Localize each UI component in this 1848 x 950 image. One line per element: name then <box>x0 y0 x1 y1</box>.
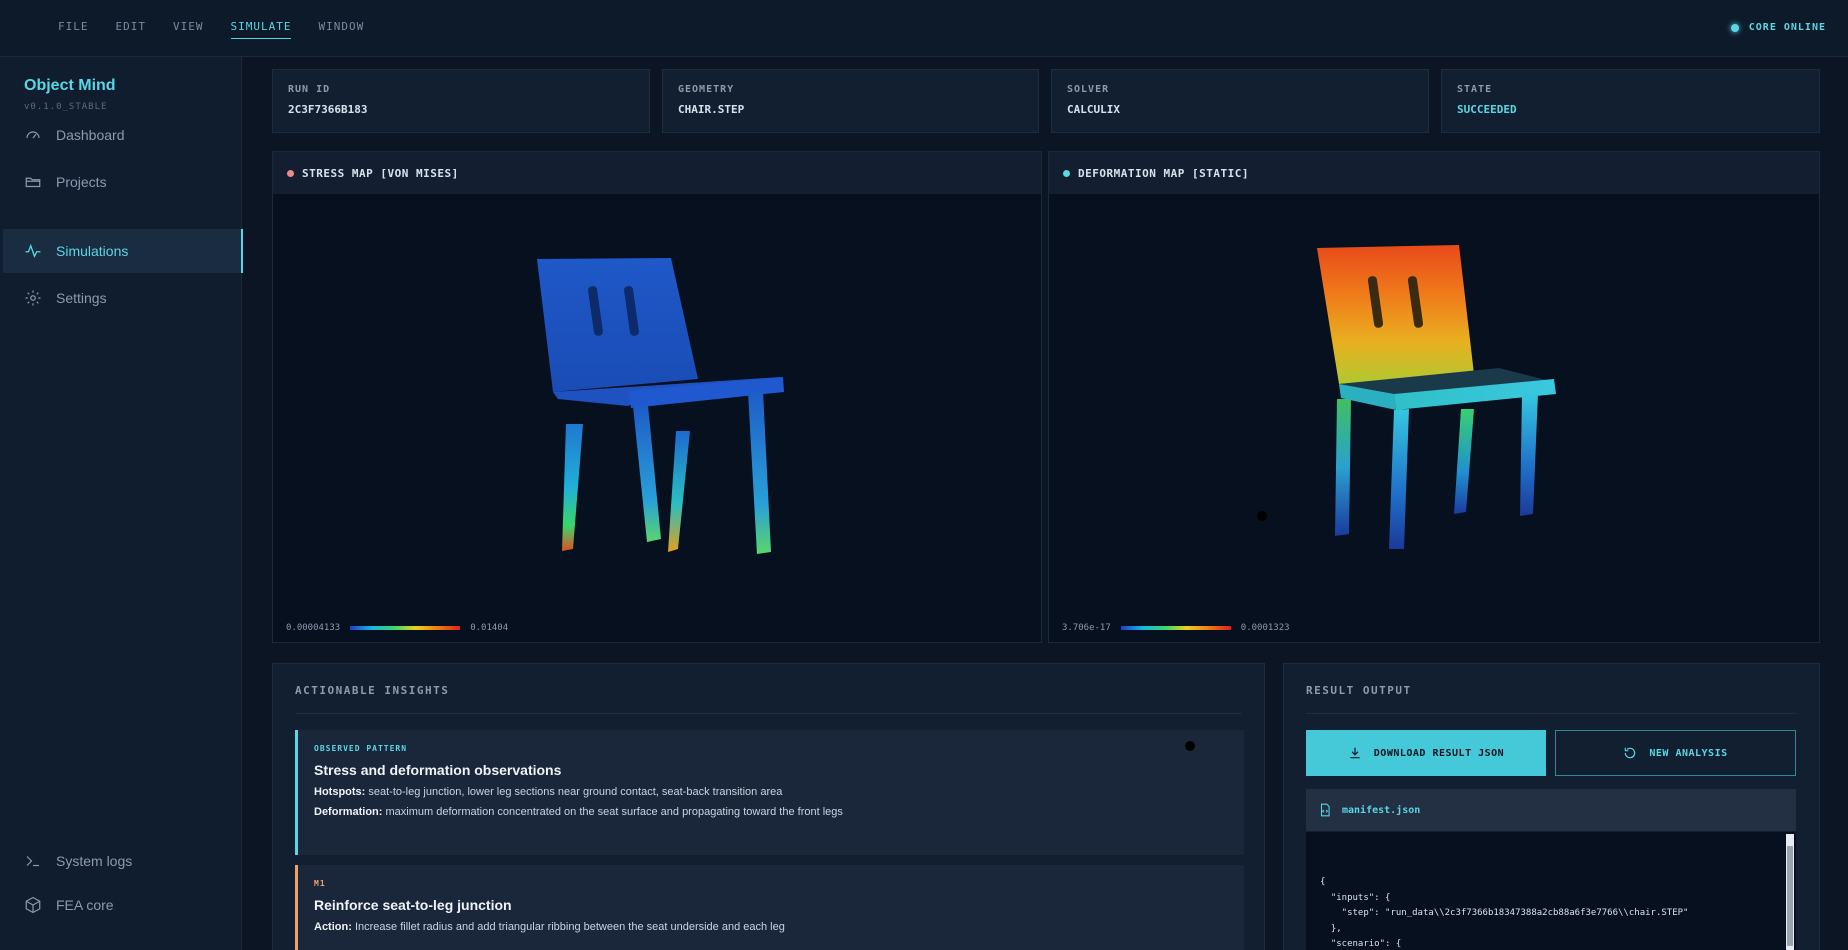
sidebar-item-dashboard[interactable]: Dashboard <box>3 113 243 157</box>
sidebar: Object Mind v0.1.0_STABLE Dashboard Proj… <box>0 57 243 950</box>
new-analysis-button[interactable]: NEW ANALYSIS <box>1555 730 1796 776</box>
colorbar <box>1120 626 1231 630</box>
file-header: manifest.json <box>1306 789 1796 831</box>
deformation-map-title: DEFORMATION MAP [STATIC] <box>1078 166 1249 180</box>
geometry-value: CHAIR.STEP <box>678 103 745 116</box>
menu-bar: FILE EDIT VIEW SIMULATE WINDOW <box>58 0 391 57</box>
sidebar-item-label: FEA core <box>56 897 114 913</box>
solver-value: CALCULIX <box>1067 103 1120 116</box>
action-text: Increase fillet radius and add triangula… <box>354 921 785 933</box>
stress-legend-min: 0.00004133 <box>286 623 341 633</box>
cursor-marker <box>1185 741 1195 751</box>
stress-viewport[interactable]: 0.00004133 0.01404 <box>273 194 1041 643</box>
status-dot-icon <box>1730 23 1739 32</box>
status-label: CORE ONLINE <box>1748 22 1826 33</box>
sidebar-item-label: Projects <box>56 174 107 190</box>
scrollbar-thumb[interactable] <box>1787 846 1793 946</box>
deformation-viewport[interactable]: 3.706e-17 0.0001323 <box>1049 194 1819 643</box>
stress-map-title: STRESS MAP [VON MISES] <box>302 166 459 180</box>
top-bar: FILE EDIT VIEW SIMULATE WINDOW CORE ONLI… <box>0 0 1848 57</box>
file-name: manifest.json <box>1342 804 1421 816</box>
cube-icon <box>25 896 41 914</box>
deformation-line: Deformation: maximum deformation concent… <box>314 806 1228 818</box>
action-line: Action: Increase fillet radius and add t… <box>314 921 1228 933</box>
deformation-map-panel: DEFORMATION MAP [STATIC] 3.706e-17 0.000… <box>1048 151 1820 643</box>
gauge-icon <box>26 131 40 139</box>
download-result-button[interactable]: DOWNLOAD RESULT JSON <box>1306 730 1546 776</box>
deformation-legend: 3.706e-17 0.0001323 <box>1062 623 1290 633</box>
deformation-legend-min: 3.706e-17 <box>1062 623 1111 633</box>
m1-title: Reinforce seat-to-leg junction <box>314 897 512 913</box>
download-icon <box>1350 747 1360 759</box>
run-id-label: RUN ID <box>288 84 331 95</box>
app-version: v0.1.0_STABLE <box>24 102 108 112</box>
file-json-icon <box>1320 803 1330 817</box>
run-id-card: RUN ID 2C3F7366B183 <box>272 69 650 133</box>
sidebar-item-label: System logs <box>56 853 133 869</box>
hotspots-text: seat-to-leg junction, lower leg sections… <box>368 786 783 798</box>
action-label: Action: <box>314 921 352 933</box>
colorbar <box>350 626 461 630</box>
gear-icon <box>25 290 41 306</box>
deformation-text: maximum deformation concentrated on the … <box>385 806 843 818</box>
menu-edit[interactable]: EDIT <box>116 0 147 57</box>
brand-name: Object Mind <box>24 77 116 94</box>
core-status: CORE ONLINE <box>1730 22 1826 33</box>
deformation-legend-max: 0.0001323 <box>1240 623 1290 633</box>
observed-pattern-card: OBSERVED PATTERN Stress and deformation … <box>295 730 1244 855</box>
sidebar-item-projects[interactable]: Projects <box>3 160 243 204</box>
hotspots-line: Hotspots: seat-to-leg junction, lower le… <box>314 786 1228 798</box>
new-analysis-label: NEW ANALYSIS <box>1649 747 1728 759</box>
geometry-label: GEOMETRY <box>678 84 735 95</box>
pattern-tag: OBSERVED PATTERN <box>314 744 408 753</box>
menu-window[interactable]: WINDOW <box>318 0 364 57</box>
pattern-title: Stress and deformation observations <box>314 762 562 778</box>
code-scrollbar[interactable] <box>1786 834 1794 950</box>
stress-legend: 0.00004133 0.01404 <box>286 623 508 633</box>
stress-legend-max: 0.01404 <box>470 623 509 633</box>
sidebar-item-label: Settings <box>56 290 107 306</box>
sidebar-item-simulations[interactable]: Simulations <box>3 229 243 273</box>
deformation-indicator-icon <box>1063 169 1070 177</box>
json-code-text: { "inputs": { "step": "run_data\\2c3f736… <box>1320 877 1689 949</box>
hotspots-label: Hotspots: <box>314 786 366 798</box>
pulse-icon <box>25 243 41 258</box>
deformation-label: Deformation: <box>314 806 383 818</box>
menu-view[interactable]: VIEW <box>173 0 204 57</box>
folder-icon <box>25 177 41 188</box>
refresh-icon <box>1625 747 1636 759</box>
stress-indicator-icon <box>287 169 294 177</box>
sidebar-item-fea-core[interactable]: FEA core <box>3 883 243 927</box>
json-code-view[interactable]: { "inputs": { "step": "run_data\\2c3f736… <box>1306 832 1796 950</box>
run-id-value: 2C3F7366B183 <box>288 103 368 116</box>
download-label: DOWNLOAD RESULT JSON <box>1373 747 1505 759</box>
stress-chair-model <box>537 258 784 554</box>
terminal-icon <box>26 856 39 867</box>
state-value: SUCCEEDED <box>1457 103 1517 116</box>
result-output-panel: RESULT OUTPUT DOWNLOAD RESULT JSON NEW A… <box>1283 663 1820 950</box>
solver-card: SOLVER CALCULIX <box>1051 69 1429 133</box>
geometry-card: GEOMETRY CHAIR.STEP <box>662 69 1039 133</box>
deformation-chair-model <box>1257 245 1556 549</box>
m1-card: M1 Reinforce seat-to-leg junction Action… <box>295 865 1244 950</box>
sidebar-item-system-logs[interactable]: System logs <box>3 839 243 883</box>
solver-label: SOLVER <box>1067 84 1110 95</box>
stress-map-header: STRESS MAP [VON MISES] <box>273 152 1041 194</box>
cursor-marker <box>1257 511 1267 521</box>
sidebar-item-label: Simulations <box>56 243 129 259</box>
menu-file[interactable]: FILE <box>58 0 89 57</box>
sidebar-item-label: Dashboard <box>56 127 125 143</box>
menu-simulate[interactable]: SIMULATE <box>230 0 292 57</box>
state-label: STATE <box>1457 84 1493 95</box>
deformation-map-header: DEFORMATION MAP [STATIC] <box>1049 152 1819 194</box>
m1-tag: M1 <box>314 879 326 888</box>
sidebar-item-settings[interactable]: Settings <box>3 276 243 320</box>
result-title: RESULT OUTPUT <box>1306 684 1797 714</box>
state-card: STATE SUCCEEDED <box>1441 69 1820 133</box>
insights-title: ACTIONABLE INSIGHTS <box>295 684 1242 714</box>
insights-panel: ACTIONABLE INSIGHTS OBSERVED PATTERN Str… <box>272 663 1265 950</box>
stress-map-panel: STRESS MAP [VON MISES] 0.00004133 0.0140… <box>272 151 1042 643</box>
